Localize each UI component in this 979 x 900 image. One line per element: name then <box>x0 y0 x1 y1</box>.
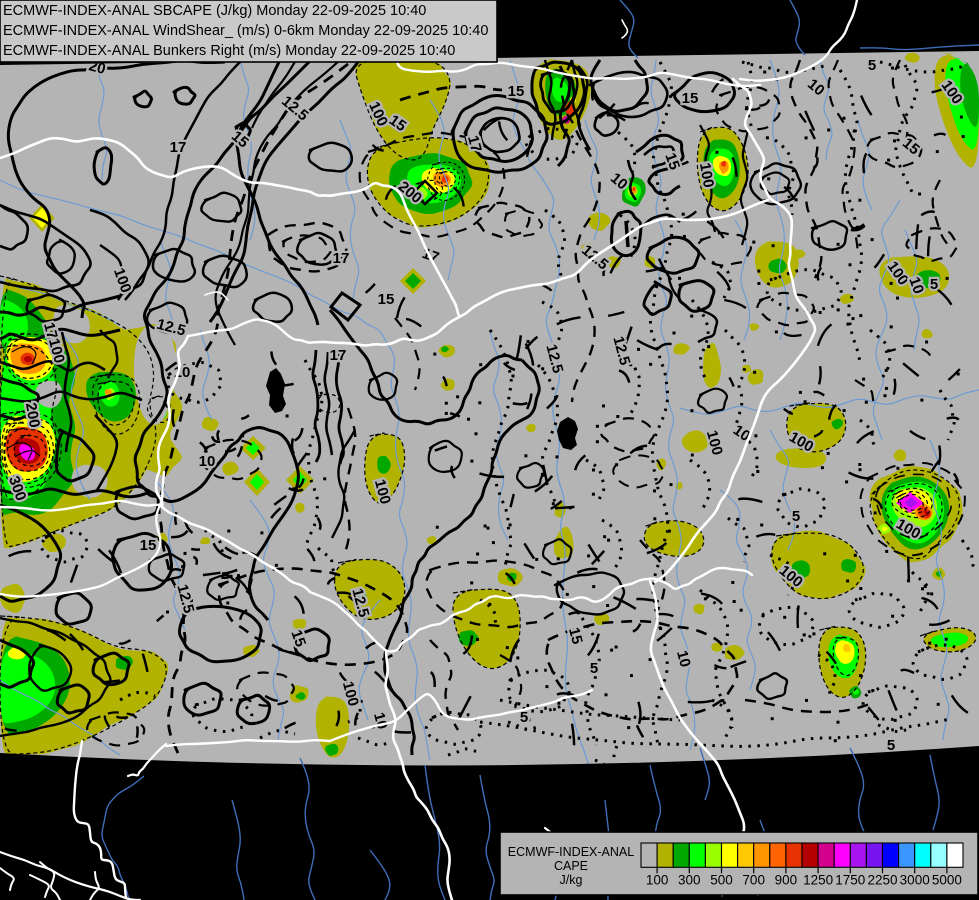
svg-text:1250: 1250 <box>803 872 833 887</box>
svg-text:700: 700 <box>742 872 765 887</box>
svg-text:300: 300 <box>678 872 701 887</box>
svg-text:1750: 1750 <box>835 872 865 887</box>
svg-text:15: 15 <box>508 83 525 100</box>
svg-text:ECMWF-INDEX-ANAL WindShear_ (m: ECMWF-INDEX-ANAL WindShear_ (m/s) 0-6km … <box>3 23 488 39</box>
svg-text:17: 17 <box>330 347 347 364</box>
svg-text:J/kg: J/kg <box>560 873 583 887</box>
svg-text:15: 15 <box>140 537 157 554</box>
svg-text:ECMWF-INDEX-ANAL Bunkers Right: ECMWF-INDEX-ANAL Bunkers Right (m/s) Mon… <box>3 43 455 59</box>
svg-text:5: 5 <box>930 276 938 293</box>
svg-text:500: 500 <box>710 872 733 887</box>
svg-text:5: 5 <box>887 737 895 754</box>
svg-text:15: 15 <box>378 291 395 308</box>
svg-text:900: 900 <box>775 872 798 887</box>
svg-text:ECMWF-INDEX-ANAL: ECMWF-INDEX-ANAL <box>508 845 634 859</box>
svg-text:15: 15 <box>682 90 699 107</box>
svg-text:5: 5 <box>590 660 598 677</box>
svg-text:CAPE: CAPE <box>554 859 588 873</box>
svg-text:5: 5 <box>792 508 800 525</box>
svg-text:ECMWF-INDEX-ANAL SBCAPE (J/kg): ECMWF-INDEX-ANAL SBCAPE (J/kg) Monday 22… <box>3 3 426 19</box>
svg-text:5000: 5000 <box>932 872 962 887</box>
svg-text:17: 17 <box>170 139 187 156</box>
svg-text:10: 10 <box>199 453 216 470</box>
svg-text:2250: 2250 <box>867 872 897 887</box>
svg-text:3000: 3000 <box>900 872 930 887</box>
svg-text:5: 5 <box>868 57 876 74</box>
svg-text:100: 100 <box>646 872 669 887</box>
svg-text:17: 17 <box>333 250 350 267</box>
